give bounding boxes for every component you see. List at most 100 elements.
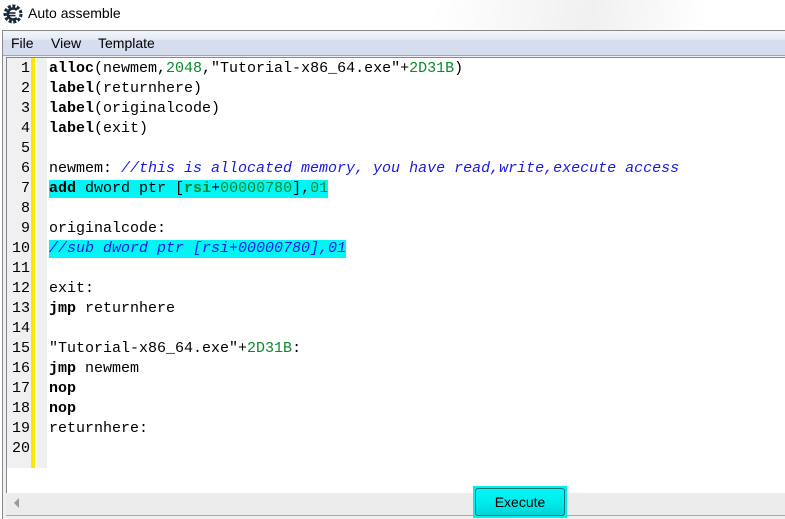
- code-token: dword ptr [: [76, 180, 185, 197]
- code-token-kw: nop: [49, 380, 77, 397]
- code-text: returnhere:: [49, 420, 148, 438]
- code-line[interactable]: 1 alloc(newmem,2048,"Tutorial-x86_64.exe"…: [7, 59, 785, 79]
- line-number: 4: [20, 120, 30, 137]
- code-token-cmt: //this is allocated memory, you have rea…: [121, 160, 680, 177]
- code-token-kw: label: [49, 100, 95, 117]
- code-token-kw: label: [49, 80, 95, 97]
- line-number: 12: [11, 280, 30, 297]
- code-line[interactable]: 19 returnhere:: [7, 419, 785, 439]
- code-text: exit:: [49, 280, 94, 298]
- menu-file[interactable]: File: [11, 35, 34, 51]
- line-number: 13: [11, 300, 30, 317]
- code-token: newmem: [76, 360, 140, 377]
- code-text: label(exit): [49, 120, 148, 138]
- window-title: Auto assemble: [28, 5, 121, 21]
- code-lines: 1 alloc(newmem,2048,"Tutorial-x86_64.exe"…: [7, 59, 785, 459]
- line-number: 18: [11, 400, 30, 417]
- menu-view[interactable]: View: [51, 35, 81, 51]
- code-token-kw: jmp: [49, 360, 77, 377]
- code-token: (originalcode): [94, 100, 221, 117]
- cheat-engine-icon: [3, 4, 23, 24]
- code-token: newmem:: [49, 160, 122, 177]
- code-text: label(returnhere): [49, 80, 202, 98]
- code-token: ): [454, 60, 464, 77]
- code-token-reg: rsi: [184, 180, 212, 197]
- line-number: 19: [11, 420, 30, 437]
- code-token: ,"Tutorial-x86_64.exe"+: [202, 60, 410, 77]
- code-line[interactable]: 10 //sub dword ptr [rsi+00000780],01: [7, 239, 785, 259]
- code-token: ],: [292, 180, 311, 197]
- code-token-num: 00000780: [220, 180, 293, 197]
- code-token-num: 2D31B: [247, 340, 293, 357]
- code-line[interactable]: 11: [7, 259, 785, 279]
- code-token-cmt: //sub dword ptr [rsi+00000780],01: [49, 240, 347, 257]
- line-number: 1: [20, 60, 30, 77]
- code-line[interactable]: 2 label(returnhere): [7, 79, 785, 99]
- code-line[interactable]: 14: [7, 319, 785, 339]
- code-token: returnhere:: [49, 420, 149, 437]
- line-number: 5: [20, 140, 30, 157]
- code-line[interactable]: 20: [7, 439, 785, 459]
- scroll-left-icon[interactable]: [14, 498, 19, 508]
- code-token-kw: label: [49, 120, 95, 137]
- code-line[interactable]: 13 jmp returnhere: [7, 299, 785, 319]
- code-line[interactable]: 6 newmem: //this is allocated memory, you…: [7, 159, 785, 179]
- line-number: 11: [11, 260, 30, 277]
- code-line[interactable]: 12 exit:: [7, 279, 785, 299]
- code-text: label(originalcode): [49, 100, 220, 118]
- code-token: "Tutorial-x86_64.exe"+: [49, 340, 248, 357]
- code-token: (returnhere): [94, 80, 203, 97]
- auto-assemble-window: File View Template 1 alloc(newmem,2048,"T…: [2, 30, 785, 519]
- code-line[interactable]: 9 originalcode:: [7, 219, 785, 239]
- line-number: 6: [20, 160, 30, 177]
- code-line[interactable]: 4 label(exit): [7, 119, 785, 139]
- line-number: 10: [11, 240, 30, 257]
- code-editor[interactable]: 1 alloc(newmem,2048,"Tutorial-x86_64.exe"…: [6, 57, 785, 494]
- line-number: 16: [11, 360, 30, 377]
- code-line[interactable]: 3 label(originalcode): [7, 99, 785, 119]
- code-line[interactable]: 16 jmp newmem: [7, 359, 785, 379]
- code-text: "Tutorial-x86_64.exe"+2D31B:: [49, 340, 301, 358]
- code-line[interactable]: 7 add dword ptr [rsi+00000780],01: [7, 179, 785, 199]
- code-token-num: 2048: [166, 60, 203, 77]
- code-token: +: [211, 180, 221, 197]
- code-token-kw: jmp: [49, 300, 77, 317]
- menu-template[interactable]: Template: [98, 35, 155, 51]
- line-number: 17: [11, 380, 30, 397]
- code-text: newmem: //this is allocated memory, you …: [49, 160, 679, 178]
- line-number: 3: [20, 100, 30, 117]
- line-number: 2: [20, 80, 30, 97]
- code-token: :: [292, 340, 302, 357]
- code-text: nop: [49, 400, 76, 418]
- code-token: originalcode:: [49, 220, 167, 237]
- line-number: 15: [11, 340, 30, 357]
- line-number: 9: [20, 220, 30, 237]
- highlighted-code-text: add dword ptr [rsi+00000780],01: [49, 180, 329, 198]
- line-number: 14: [11, 320, 30, 337]
- code-token-num: 01: [310, 180, 329, 197]
- line-number: 20: [11, 440, 30, 457]
- line-number: 8: [20, 200, 30, 217]
- code-token-num: 2D31B: [409, 60, 455, 77]
- code-line[interactable]: 17 nop: [7, 379, 785, 399]
- line-number: 7: [20, 180, 30, 197]
- code-line[interactable]: 5: [7, 139, 785, 159]
- code-line[interactable]: 18 nop: [7, 399, 785, 419]
- highlighted-code-text: //sub dword ptr [rsi+00000780],01: [49, 240, 347, 258]
- horizontal-scrollbar[interactable]: [6, 493, 785, 516]
- code-line[interactable]: 8: [7, 199, 785, 219]
- code-token-kw: alloc: [49, 60, 95, 77]
- code-token-kw: nop: [49, 400, 77, 417]
- code-text: jmp returnhere: [49, 300, 175, 318]
- execute-button[interactable]: Execute: [475, 488, 565, 516]
- code-text: alloc(newmem,2048,"Tutorial-x86_64.exe"+…: [49, 60, 463, 78]
- code-token: returnhere: [76, 300, 176, 317]
- execute-button-focus: Execute: [473, 486, 567, 518]
- code-text: nop: [49, 380, 76, 398]
- code-token: (exit): [94, 120, 149, 137]
- code-token: exit:: [49, 280, 95, 297]
- code-token-kw: add: [49, 180, 77, 197]
- code-text: jmp newmem: [49, 360, 139, 378]
- code-line[interactable]: 15 "Tutorial-x86_64.exe"+2D31B:: [7, 339, 785, 359]
- menu-bar: File View Template: [3, 31, 785, 56]
